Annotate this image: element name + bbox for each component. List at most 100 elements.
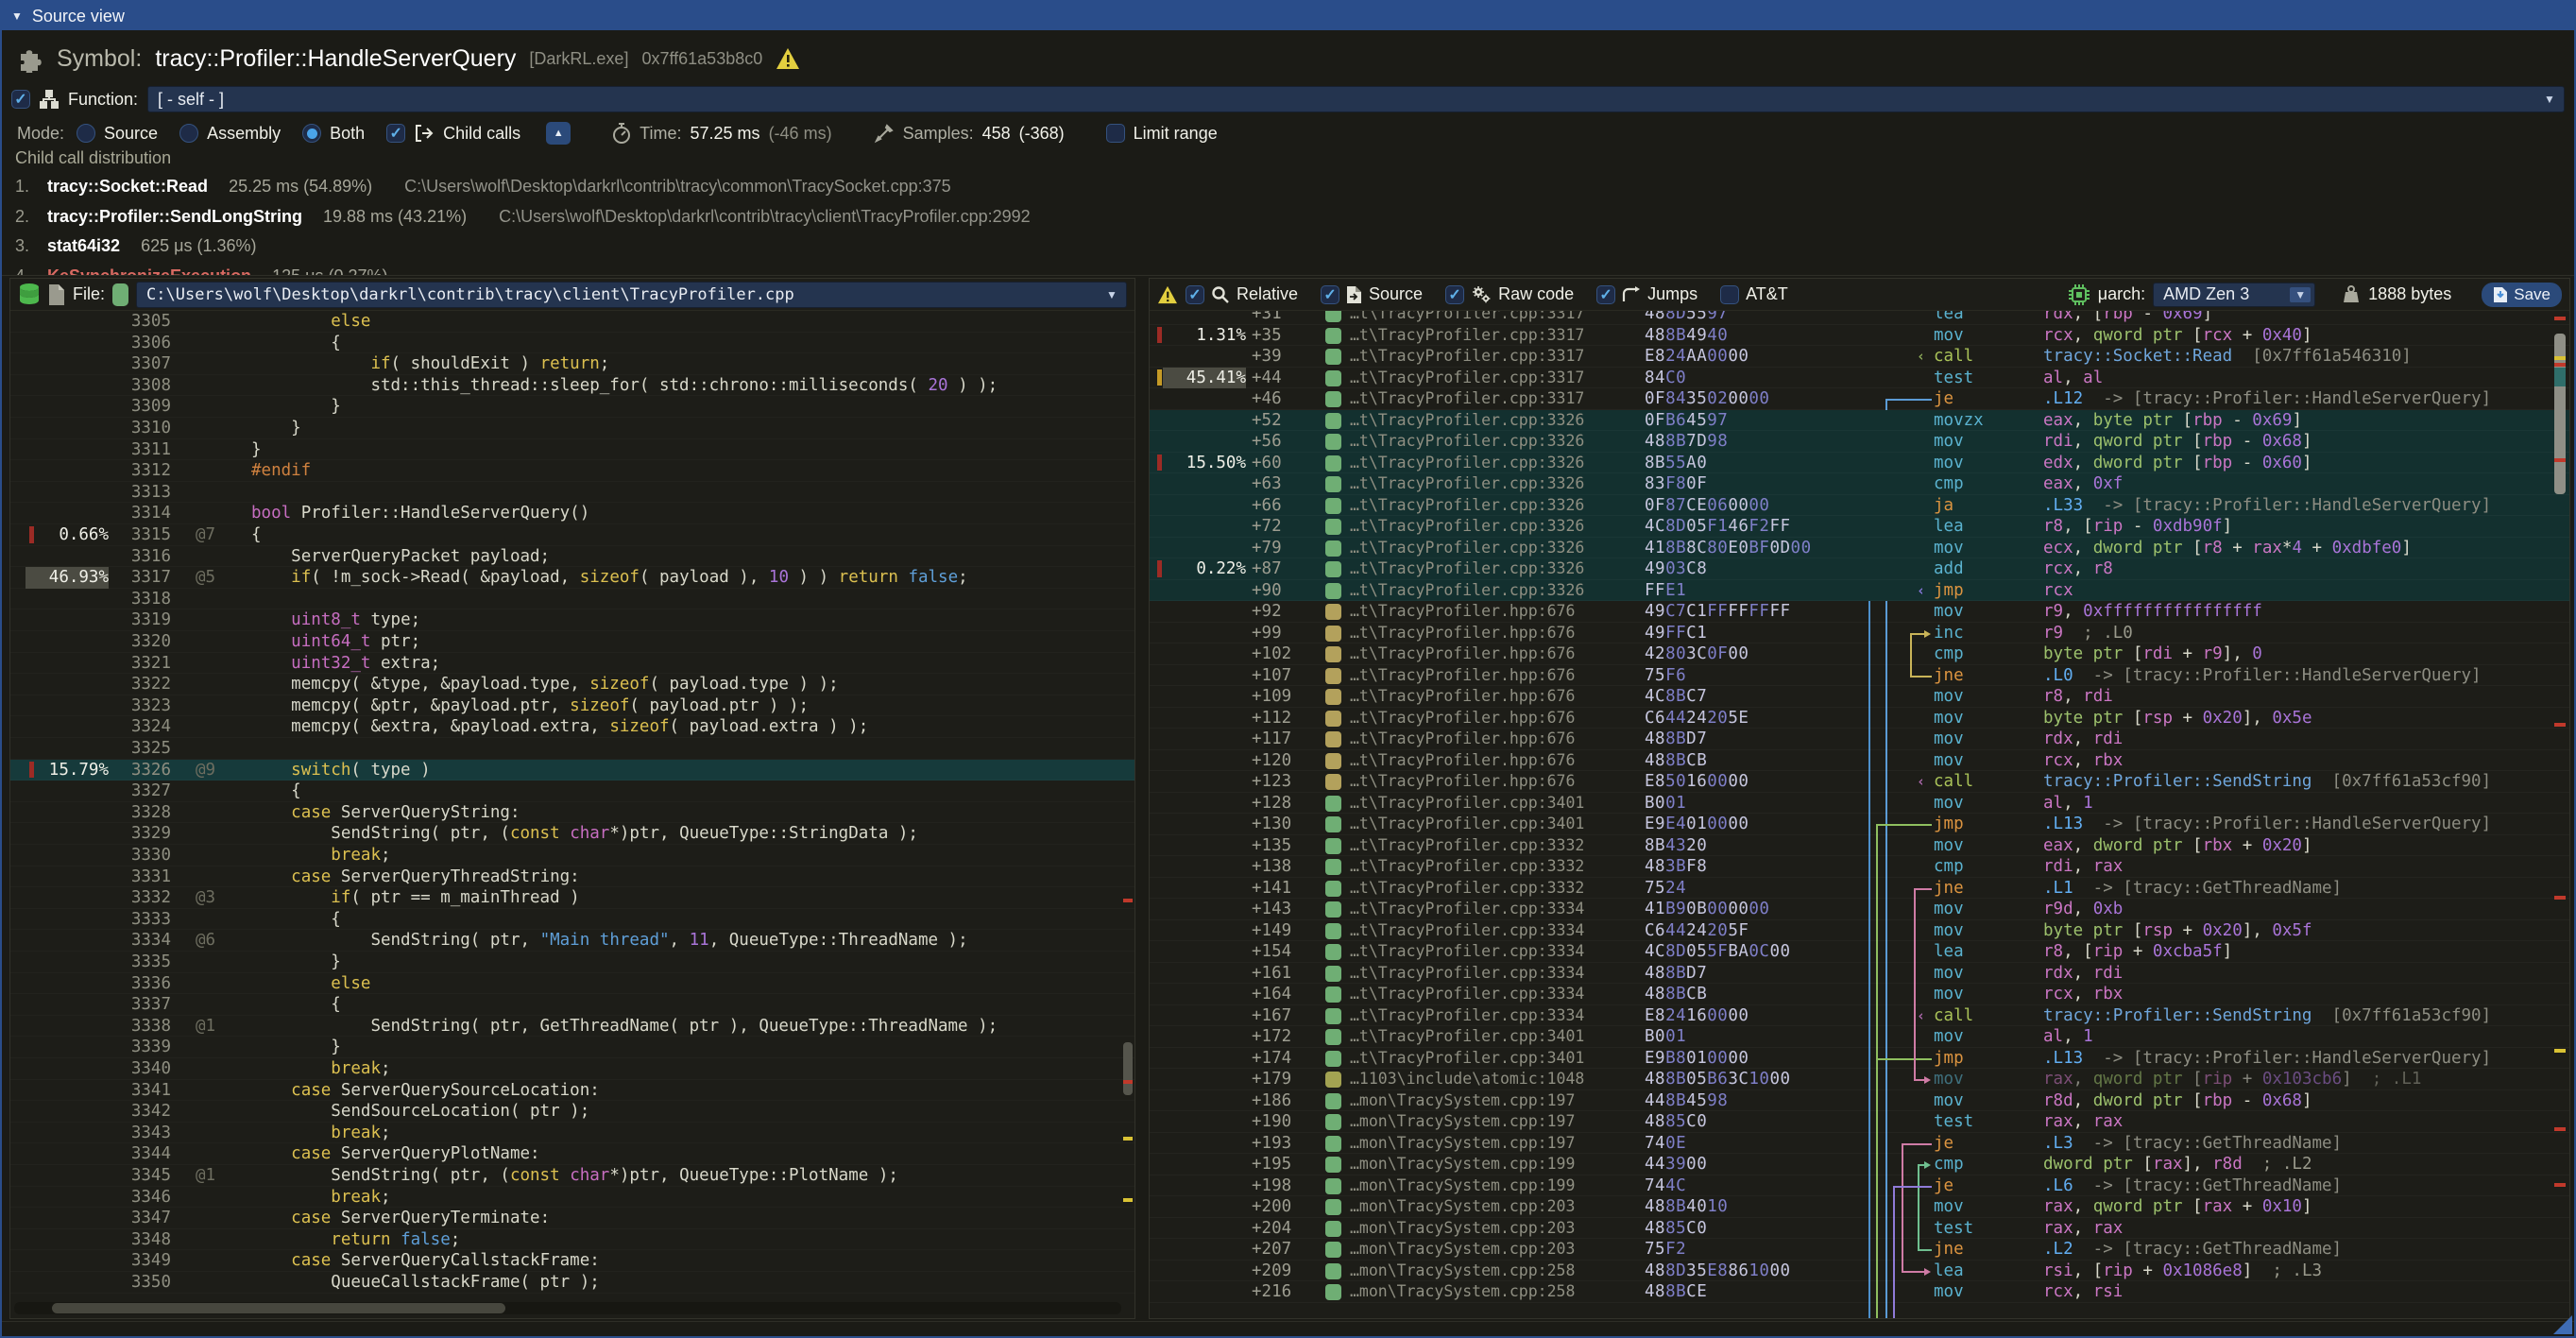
mode-radio-assembly[interactable] xyxy=(179,124,198,143)
assembly-row[interactable]: +195…mon\TracySystem.cpp:199443900cmpdwo… xyxy=(1150,1154,2569,1175)
assembly-row[interactable]: +92…t\TracyProfiler.hpp:67649C7C1FFFFFFF… xyxy=(1150,601,2569,623)
source-vertical-scrollbar[interactable] xyxy=(1123,311,1133,1314)
mode-radio-source[interactable] xyxy=(77,124,95,143)
source-line[interactable]: 3345@1 SendString( ptr, (const char*)ptr… xyxy=(10,1165,1134,1187)
assembly-row[interactable]: +138…t\TracyProfiler.cpp:3332483BF8cmprd… xyxy=(1150,856,2569,878)
assembly-row[interactable]: +56…t\TracyProfiler.cpp:3326488B7D98movr… xyxy=(1150,431,2569,453)
assembly-row[interactable]: +143…t\TracyProfiler.cpp:333441B90B00000… xyxy=(1150,899,2569,920)
assembly-row[interactable]: +90…t\TracyProfiler.cpp:3326FFE1jmp‹rcx xyxy=(1150,580,2569,602)
source-line[interactable]: 3307 if( shouldExit ) return; xyxy=(10,353,1134,375)
assembly-row[interactable]: 15.50%+60…t\TracyProfiler.cpp:33268B55A0… xyxy=(1150,453,2569,474)
source-line[interactable]: 3314bool Profiler::HandleServerQuery() xyxy=(10,503,1134,524)
source-line[interactable]: 3316 ServerQueryPacket payload; xyxy=(10,546,1134,568)
function-checkbox[interactable] xyxy=(11,90,30,109)
source-line[interactable]: 3311} xyxy=(10,439,1134,461)
assembly-row[interactable]: 1.31%+35…t\TracyProfiler.cpp:3317488B494… xyxy=(1150,325,2569,347)
toggle-source[interactable]: Source xyxy=(1321,284,1423,304)
assembly-row[interactable]: +123…t\TracyProfiler.hpp:676E850160000ca… xyxy=(1150,771,2569,793)
source-line[interactable]: 3348 return false; xyxy=(10,1229,1134,1251)
source-line[interactable]: 3320 uint64_t ptr; xyxy=(10,631,1134,653)
source-line[interactable]: 3306 { xyxy=(10,333,1134,354)
assembly-row[interactable]: +172…t\TracyProfiler.cpp:3401B001moval, … xyxy=(1150,1026,2569,1048)
assembly-row[interactable]: +179…1103\include\atomic:1048488B05B63C1… xyxy=(1150,1069,2569,1090)
assembly-row[interactable]: +117…t\TracyProfiler.hpp:676488BD7movrdx… xyxy=(1150,729,2569,750)
assembly-row[interactable]: +39…t\TracyProfiler.cpp:3317E824AA0000ca… xyxy=(1150,346,2569,368)
source-line[interactable]: 3342 SendSourceLocation( ptr ); xyxy=(10,1101,1134,1123)
source-line[interactable]: 3332@3 if( ptr == m_mainThread ) xyxy=(10,887,1134,909)
toggle-at-t[interactable]: AT&T xyxy=(1720,284,1788,304)
source-line[interactable]: 3323 memcpy( &ptr, &payload.ptr, sizeof(… xyxy=(10,695,1134,717)
child-calls-checkbox[interactable] xyxy=(386,124,405,143)
assembly-row[interactable]: +135…t\TracyProfiler.cpp:33328B4320movea… xyxy=(1150,835,2569,857)
source-line[interactable]: 3308 std::this_thread::sleep_for( std::c… xyxy=(10,375,1134,397)
source-line[interactable]: 3328 case ServerQueryString: xyxy=(10,802,1134,824)
assembly-row[interactable]: +154…t\TracyProfiler.cpp:33344C8D055FBA0… xyxy=(1150,941,2569,963)
source-line[interactable]: 3305 else xyxy=(10,311,1134,333)
source-line[interactable]: 3343 break; xyxy=(10,1123,1134,1144)
limit-range-checkbox[interactable] xyxy=(1106,124,1125,143)
source-line[interactable]: 3337 { xyxy=(10,994,1134,1016)
assembly-row[interactable]: +120…t\TracyProfiler.hpp:676488BCBmovrcx… xyxy=(1150,750,2569,772)
source-code-listing[interactable]: 3305 else3306 {3307 if( shouldExit ) ret… xyxy=(10,311,1134,1318)
source-line[interactable]: 3310 } xyxy=(10,418,1134,439)
source-line[interactable]: 3325 xyxy=(10,738,1134,760)
assembly-row[interactable]: 45.41%+44…t\TracyProfiler.cpp:331784C0te… xyxy=(1150,368,2569,389)
source-line[interactable]: 3340 break; xyxy=(10,1058,1134,1080)
toggle-raw-code-checkbox[interactable] xyxy=(1445,285,1464,304)
source-line[interactable]: 3313 xyxy=(10,482,1134,504)
assembly-row[interactable]: +63…t\TracyProfiler.cpp:332683F80Fcmpeax… xyxy=(1150,473,2569,495)
assembly-row[interactable]: +190…mon\TracySystem.cpp:1974885C0testra… xyxy=(1150,1111,2569,1133)
source-horizontal-scrollbar[interactable] xyxy=(14,1302,1121,1314)
resize-grip[interactable] xyxy=(2553,1315,2572,1334)
assembly-row[interactable]: +102…t\TracyProfiler.hpp:67642803C0F00cm… xyxy=(1150,643,2569,665)
child-call-item[interactable]: 4.KeSynchronizeExecution125 μs (0.27%) xyxy=(15,266,388,276)
assembly-row[interactable]: +141…t\TracyProfiler.cpp:33327524jne.L1 … xyxy=(1150,878,2569,900)
assembly-row[interactable]: +167…t\TracyProfiler.cpp:3334E824160000c… xyxy=(1150,1005,2569,1027)
child-call-item[interactable]: 2.tracy::Profiler::SendLongString19.88 m… xyxy=(15,207,1031,227)
assembly-row[interactable]: +149…t\TracyProfiler.cpp:3334C64424205Fm… xyxy=(1150,920,2569,942)
assembly-listing[interactable]: +31…t\TracyProfiler.cpp:3317488D5597lear… xyxy=(1150,311,2569,1318)
source-line[interactable]: 3327 { xyxy=(10,780,1134,802)
march-combo[interactable]: AMD Zen 3 ▼ xyxy=(2153,283,2315,307)
assembly-row[interactable]: +52…t\TracyProfiler.cpp:33260FB64597movz… xyxy=(1150,410,2569,432)
assembly-row[interactable]: +99…t\TracyProfiler.hpp:67649FFC1incr9 ;… xyxy=(1150,623,2569,644)
assembly-row[interactable]: +72…t\TracyProfiler.cpp:33264C8D05F146F2… xyxy=(1150,516,2569,538)
source-line[interactable]: 3329 SendString( ptr, (const char*)ptr, … xyxy=(10,823,1134,845)
assembly-row[interactable]: +204…mon\TracySystem.cpp:2034885C0testra… xyxy=(1150,1218,2569,1240)
assembly-row[interactable]: +200…mon\TracySystem.cpp:203488B4010movr… xyxy=(1150,1196,2569,1218)
source-line[interactable]: 3322 memcpy( &type, &payload.type, sizeo… xyxy=(10,674,1134,695)
save-button[interactable]: Save xyxy=(2482,283,2562,307)
assembly-vertical-scrollbar[interactable] xyxy=(2554,311,2566,1314)
source-line[interactable]: 3334@6 SendString( ptr, "Main thread", 1… xyxy=(10,930,1134,952)
assembly-row[interactable]: +107…t\TracyProfiler.hpp:67675F6jne.L0 -… xyxy=(1150,665,2569,687)
assembly-row[interactable]: +193…mon\TracySystem.cpp:197740Eje.L3 ->… xyxy=(1150,1133,2569,1155)
assembly-row[interactable]: +216…mon\TracySystem.cpp:258488BCEmovrcx… xyxy=(1150,1281,2569,1303)
source-line[interactable]: 3339 } xyxy=(10,1037,1134,1058)
toggle-relative[interactable]: Relative xyxy=(1186,284,1298,304)
source-line[interactable]: 3346 break; xyxy=(10,1187,1134,1209)
source-line[interactable]: 3347 case ServerQueryTerminate: xyxy=(10,1208,1134,1229)
source-line[interactable]: 0.66%3315@7{ xyxy=(10,524,1134,546)
toggle-raw-code[interactable]: Raw code xyxy=(1445,284,1574,304)
source-line[interactable]: 3309 } xyxy=(10,396,1134,418)
source-line[interactable]: 3330 break; xyxy=(10,845,1134,866)
mode-radio-both[interactable] xyxy=(302,124,321,143)
function-combo[interactable]: [ - self - ] ▼ xyxy=(147,86,2565,112)
assembly-row[interactable]: +31…t\TracyProfiler.cpp:3317488D5597lear… xyxy=(1150,311,2569,325)
source-line[interactable]: 3331 case ServerQueryThreadString: xyxy=(10,866,1134,888)
toggle-relative-checkbox[interactable] xyxy=(1186,285,1204,304)
assembly-row[interactable]: 0.22%+87…t\TracyProfiler.cpp:33264903C8a… xyxy=(1150,558,2569,580)
source-line[interactable]: 3336 else xyxy=(10,973,1134,995)
source-line[interactable]: 3318 xyxy=(10,589,1134,610)
source-line[interactable]: 3321 uint32_t extra; xyxy=(10,653,1134,675)
collapse-triangle-icon[interactable]: ▼ xyxy=(11,9,23,23)
source-line[interactable]: 3350 QueueCallstackFrame( ptr ); xyxy=(10,1272,1134,1294)
source-line[interactable]: 3338@1 SendString( ptr, GetThreadName( p… xyxy=(10,1016,1134,1038)
assembly-row[interactable]: +66…t\TracyProfiler.cpp:33260F87CE060000… xyxy=(1150,495,2569,517)
child-call-item[interactable]: 1.tracy::Socket::Read25.25 ms (54.89%)C:… xyxy=(15,177,951,197)
assembly-row[interactable]: +207…mon\TracySystem.cpp:20375F2jne.L2 -… xyxy=(1150,1239,2569,1261)
toggle-jumps[interactable]: Jumps xyxy=(1596,284,1697,304)
source-line[interactable]: 3312#endif xyxy=(10,460,1134,482)
assembly-row[interactable]: +128…t\TracyProfiler.cpp:3401B001moval, … xyxy=(1150,793,2569,815)
source-line[interactable]: 46.93%3317@5 if( !m_sock->Read( &payload… xyxy=(10,567,1134,589)
